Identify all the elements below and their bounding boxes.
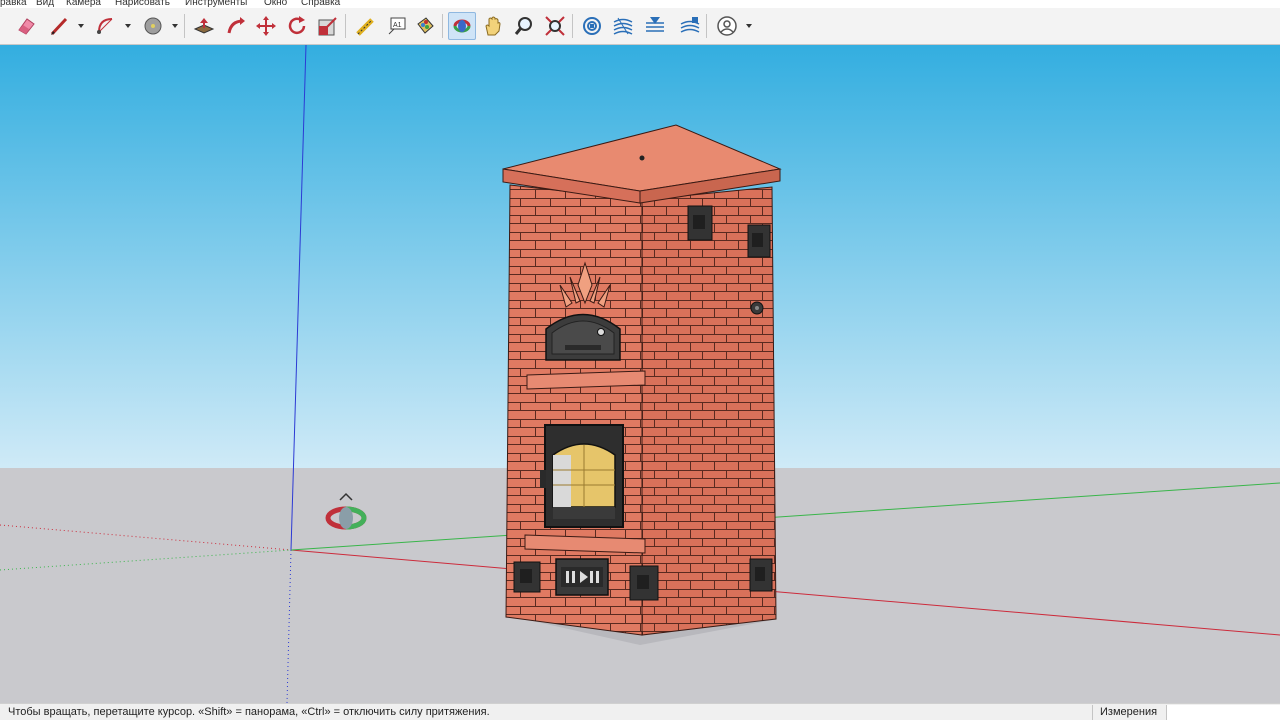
orbit-tool-button[interactable] bbox=[448, 12, 476, 40]
arc-dropdown-icon[interactable] bbox=[125, 24, 131, 28]
arc-icon bbox=[97, 18, 113, 34]
tape-measure-icon bbox=[356, 18, 374, 36]
main-toolbar: A1 bbox=[0, 8, 1280, 45]
rotate-icon bbox=[288, 16, 306, 35]
sandbox-from-contours-icon bbox=[583, 17, 601, 35]
tape-measure-tool-button[interactable] bbox=[351, 12, 379, 40]
scale-icon bbox=[318, 17, 337, 36]
move-tool-button[interactable] bbox=[252, 12, 280, 40]
status-hint: Чтобы вращать, перетащите курсор. «Shift… bbox=[8, 706, 490, 718]
scene-canvas[interactable] bbox=[0, 45, 1280, 703]
text-icon: A1 bbox=[388, 17, 406, 35]
paint-bucket-icon bbox=[417, 17, 434, 34]
text-tool-button[interactable]: A1 bbox=[383, 12, 411, 40]
menu-tools[interactable]: Инструменты bbox=[185, 0, 247, 8]
status-divider bbox=[1092, 705, 1093, 720]
pencil-tool-button[interactable] bbox=[45, 12, 73, 40]
toolbar-separator bbox=[442, 14, 443, 38]
toolbar-separator bbox=[706, 14, 707, 38]
status-bar: Чтобы вращать, перетащите курсор. «Shift… bbox=[0, 703, 1280, 720]
toolbar-separator bbox=[184, 14, 185, 38]
toolbar-separator bbox=[572, 14, 573, 38]
arc-tool-button[interactable] bbox=[92, 12, 120, 40]
menu-view[interactable]: Вид bbox=[36, 0, 54, 8]
menu-camera[interactable]: Камера bbox=[66, 0, 101, 8]
account-icon bbox=[717, 16, 737, 36]
account-dropdown-icon[interactable] bbox=[746, 24, 752, 28]
follow-me-icon bbox=[227, 17, 245, 34]
toolbar-separator bbox=[345, 14, 346, 38]
model-viewport[interactable] bbox=[0, 45, 1280, 703]
sandbox-from-scratch-button[interactable] bbox=[609, 12, 637, 40]
scale-tool-button[interactable] bbox=[314, 12, 342, 40]
orbit-icon bbox=[453, 19, 471, 33]
rotate-tool-button[interactable] bbox=[283, 12, 311, 40]
move-icon bbox=[256, 16, 276, 36]
svg-text:A1: A1 bbox=[393, 22, 402, 29]
measurements-label: Измерения bbox=[1100, 706, 1158, 718]
circle-tool-button[interactable] bbox=[139, 12, 167, 40]
circle-icon bbox=[144, 17, 162, 35]
push-pull-icon bbox=[193, 18, 215, 34]
push-pull-tool-button[interactable] bbox=[190, 12, 218, 40]
pan-tool-button[interactable] bbox=[479, 12, 507, 40]
measurements-input[interactable] bbox=[1166, 705, 1280, 720]
menu-draw[interactable]: Нарисовать bbox=[115, 0, 170, 8]
circle-dropdown-icon[interactable] bbox=[172, 24, 178, 28]
zoom-extents-tool-button[interactable] bbox=[541, 12, 569, 40]
menu-bar: равка Вид Камера Нарисовать Инструменты … bbox=[0, 0, 1280, 8]
sandbox-stamp-icon bbox=[680, 17, 700, 33]
sandbox-stamp-button[interactable] bbox=[676, 12, 704, 40]
menu-edit[interactable]: равка bbox=[0, 0, 27, 8]
menu-window[interactable]: Окно bbox=[264, 0, 287, 8]
follow-me-tool-button[interactable] bbox=[222, 12, 250, 40]
eraser-icon bbox=[18, 18, 35, 35]
eraser-tool-button[interactable] bbox=[12, 12, 40, 40]
zoom-extents-icon bbox=[545, 16, 565, 36]
account-button[interactable] bbox=[713, 12, 741, 40]
sandbox-smoove-icon bbox=[646, 17, 664, 32]
menu-help[interactable]: Справка bbox=[301, 0, 340, 8]
zoom-tool-button[interactable] bbox=[510, 12, 538, 40]
sandbox-smoove-button[interactable] bbox=[641, 12, 669, 40]
paint-bucket-tool-button[interactable] bbox=[411, 12, 439, 40]
pencil-dropdown-icon[interactable] bbox=[78, 24, 84, 28]
sandbox-from-scratch-icon bbox=[613, 17, 633, 35]
zoom-icon bbox=[514, 17, 532, 35]
sandbox-from-contours-button[interactable] bbox=[578, 12, 606, 40]
brick-oven-model[interactable] bbox=[502, 124, 782, 645]
pan-icon bbox=[485, 16, 501, 36]
pencil-icon bbox=[50, 17, 68, 36]
